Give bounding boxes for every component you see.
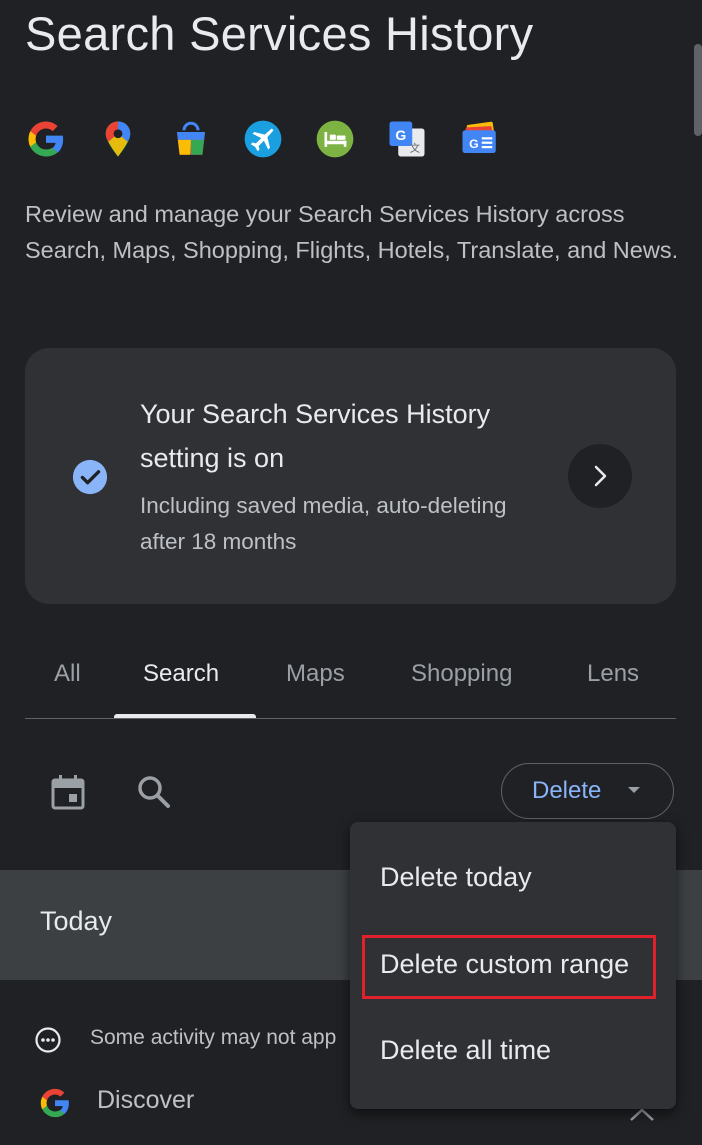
translate-icon: G 文 bbox=[389, 121, 425, 157]
svg-text:G: G bbox=[395, 127, 406, 143]
tab-maps[interactable]: Maps bbox=[286, 660, 345, 688]
scrollbar[interactable] bbox=[694, 44, 702, 136]
menu-item-delete-all-time[interactable]: Delete all time bbox=[380, 1035, 551, 1066]
delete-button[interactable]: Delete bbox=[501, 763, 674, 819]
activity-note: Some activity may not app bbox=[90, 1026, 337, 1049]
setting-open-button[interactable] bbox=[568, 444, 632, 508]
caret-down-icon bbox=[628, 787, 640, 793]
flights-plane-icon bbox=[244, 120, 282, 158]
google-g-icon bbox=[28, 121, 64, 157]
search-icon[interactable] bbox=[134, 772, 174, 812]
news-icon: G bbox=[462, 121, 496, 153]
setting-title: Your Search Services History setting is … bbox=[140, 399, 491, 473]
page-title: Search Services History bbox=[25, 7, 534, 60]
chevron-right-icon bbox=[594, 465, 607, 487]
tab-search[interactable]: Search bbox=[143, 660, 219, 688]
tabs-divider bbox=[25, 718, 676, 719]
google-g-icon bbox=[40, 1088, 69, 1118]
svg-text:G: G bbox=[469, 137, 479, 151]
maps-pin-icon bbox=[105, 121, 131, 157]
setting-subtitle: Including saved media, auto-deleting aft… bbox=[140, 493, 507, 554]
tab-shopping[interactable]: Shopping bbox=[411, 660, 512, 688]
more-horiz-circle-icon bbox=[35, 1027, 61, 1053]
delete-button-label: Delete bbox=[532, 777, 602, 804]
date-header-label: Today bbox=[40, 906, 113, 936]
delete-menu: Delete today Delete custom range Delete … bbox=[350, 822, 676, 1109]
menu-item-delete-today[interactable]: Delete today bbox=[380, 862, 532, 893]
highlight-box bbox=[362, 935, 656, 999]
calendar-icon[interactable] bbox=[48, 772, 88, 812]
activity-entry-label[interactable]: Discover bbox=[97, 1086, 194, 1115]
intro-text: Review and manage your Search Services H… bbox=[25, 201, 679, 263]
shopping-bag-icon bbox=[177, 121, 205, 155]
hotels-bed-icon bbox=[316, 120, 354, 158]
check-circle-icon bbox=[72, 459, 108, 495]
tab-all[interactable]: All bbox=[54, 660, 81, 688]
svg-text:文: 文 bbox=[410, 141, 421, 154]
active-tab-indicator bbox=[114, 714, 256, 718]
tab-lens[interactable]: Lens bbox=[587, 660, 639, 688]
